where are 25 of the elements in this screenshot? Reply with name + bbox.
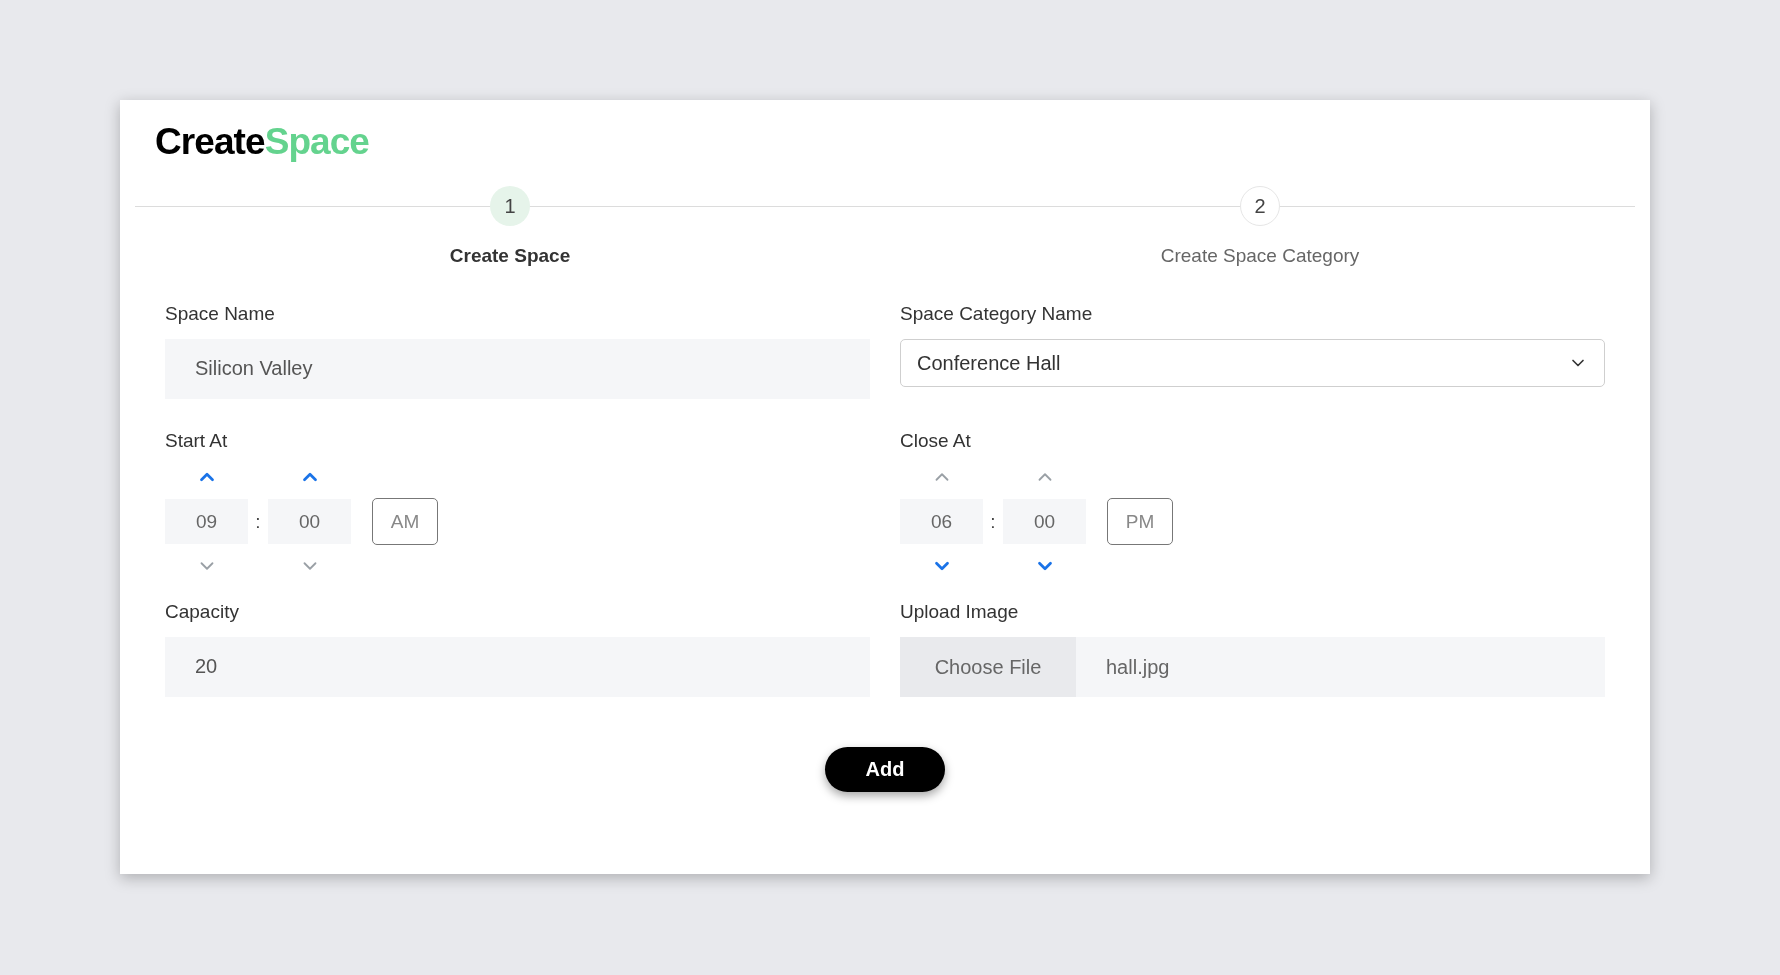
time-separator: : [254, 509, 262, 534]
step-label: Create Space [449, 244, 571, 269]
step-number[interactable]: 1 [490, 186, 530, 227]
choose-file-button[interactable]: Choose File [900, 636, 1076, 697]
time-field[interactable]: 09 [165, 499, 248, 545]
number-field[interactable]: 20 [165, 636, 870, 697]
add-button[interactable]: Add [825, 746, 945, 792]
time-field[interactable]: 00 [268, 499, 351, 545]
step-label: Create Space Category [1160, 244, 1360, 269]
period-button[interactable]: AM [372, 498, 438, 546]
field-label: Start At [165, 428, 229, 453]
field-label: Close At [900, 428, 972, 453]
file-name: hall.jpg [1106, 654, 1170, 680]
time-field[interactable]: 00 [1003, 499, 1086, 545]
dropdown-select[interactable]: Conference Hall [900, 338, 1605, 387]
field-label: Space Category Name [900, 302, 1094, 327]
text-field[interactable]: Silicon Valley [165, 338, 870, 399]
step-number[interactable]: 2 [1240, 186, 1280, 227]
field-label: Space Name [165, 302, 276, 327]
field-label: Upload Image [900, 600, 1020, 625]
app-title: CreateSpace [155, 120, 370, 164]
time-separator: : [989, 509, 997, 534]
time-field[interactable]: 06 [900, 499, 983, 545]
period-button[interactable]: PM [1107, 498, 1173, 546]
field-label: Capacity [165, 600, 240, 625]
